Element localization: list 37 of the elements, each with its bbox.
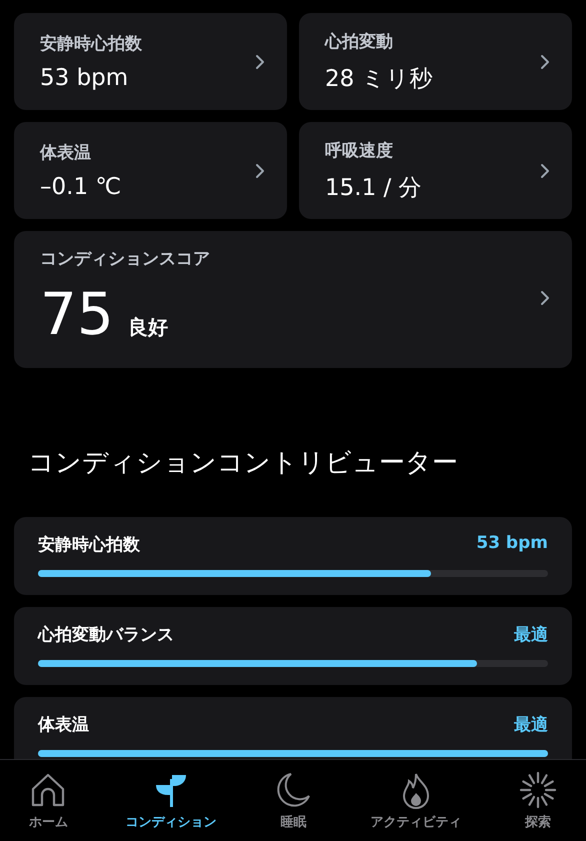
metric-card[interactable]: 体表温 –0.1 ℃ bbox=[14, 122, 287, 219]
contributor-card[interactable]: 体表温 最適 bbox=[14, 697, 572, 759]
score-card[interactable]: コンディションスコア 75 良好 bbox=[14, 231, 572, 368]
nav-tab[interactable]: ホーム bbox=[24, 770, 72, 830]
contributor-label: 心拍変動バランス bbox=[38, 624, 174, 646]
score-value: 75 bbox=[40, 280, 114, 348]
metric-card[interactable]: 心拍変動 28 ミリ秒 bbox=[299, 13, 572, 110]
contributor-card[interactable]: 心拍変動バランス 最適 bbox=[14, 607, 572, 685]
metric-label: 体表温 bbox=[40, 142, 92, 164]
metric-value: –0.1 ℃ bbox=[40, 174, 122, 200]
metric-card[interactable]: 安静時心拍数 53 bpm bbox=[14, 13, 287, 110]
chevron-icon bbox=[255, 162, 265, 178]
metric-value: 15.1 / 分 bbox=[325, 174, 422, 202]
contributor-reading: 最適 bbox=[514, 714, 548, 736]
burst-icon bbox=[519, 770, 558, 808]
nav-tab[interactable]: 睡眠 bbox=[270, 770, 316, 830]
contributor-card[interactable]: 安静時心拍数 53 bpm bbox=[14, 517, 572, 595]
chevron-icon bbox=[255, 54, 265, 70]
metric-label: 心拍変動 bbox=[325, 30, 394, 52]
chevron-icon bbox=[540, 54, 550, 70]
score-label: コンディションスコア bbox=[40, 248, 210, 270]
nav-tab[interactable]: アクティビティ bbox=[366, 770, 466, 830]
contributor-reading: 53 bpm bbox=[476, 533, 548, 555]
score-rating: 良好 bbox=[128, 314, 168, 341]
metric-label: 安静時心拍数 bbox=[40, 33, 142, 55]
contributor-label: 体表温 bbox=[38, 714, 89, 736]
contributor-reading: 最適 bbox=[514, 624, 548, 646]
nav-tab[interactable]: コンディション bbox=[122, 770, 221, 830]
contributor-label: 安静時心拍数 bbox=[38, 534, 140, 556]
metric-value: 28 ミリ秒 bbox=[325, 64, 433, 94]
nav-tab[interactable]: 探索 bbox=[515, 770, 562, 830]
chevron-icon bbox=[540, 290, 550, 306]
metric-label: 呼吸速度 bbox=[325, 140, 394, 162]
metric-value: 53 bpm bbox=[40, 65, 130, 91]
metric-card[interactable]: 呼吸速度 15.1 / 分 bbox=[299, 122, 572, 219]
chevron-icon bbox=[540, 162, 550, 178]
section-heading: コンディションコントリビューター bbox=[28, 447, 459, 480]
